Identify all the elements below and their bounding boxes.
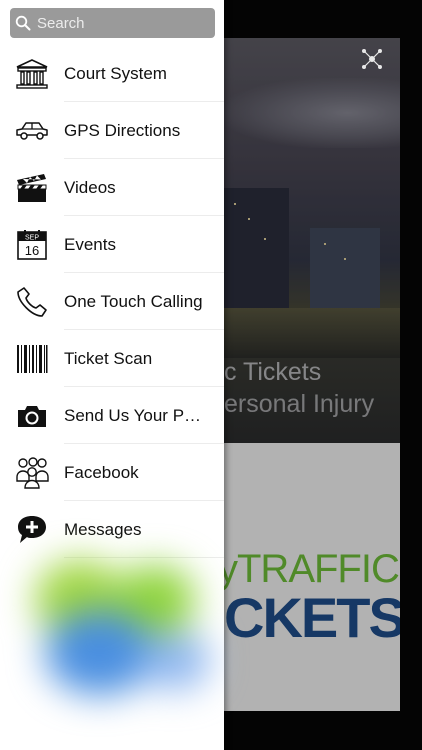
menu-item-label: Facebook <box>64 462 139 482</box>
menu-item-videos[interactable]: Videos <box>0 159 224 216</box>
phone-icon <box>15 285 49 319</box>
search-icon <box>15 15 31 31</box>
people-icon <box>15 456 49 490</box>
share-icon[interactable] <box>360 47 384 71</box>
menu-item-label: GPS Directions <box>64 120 181 140</box>
menu-item-ticket-scan[interactable]: Ticket Scan <box>0 330 224 387</box>
menu-item-label: Events <box>64 234 116 254</box>
menu-item-label: Messages <box>64 519 142 539</box>
menu-item-facebook[interactable]: Facebook <box>0 444 224 501</box>
menu-item-gps-directions[interactable]: GPS Directions <box>0 102 224 159</box>
menu-item-label: Videos <box>64 177 116 197</box>
menu-item-one-touch-calling[interactable]: One Touch Calling <box>0 273 224 330</box>
clapperboard-icon <box>15 171 49 205</box>
blurred-logo-image <box>20 545 220 715</box>
car-icon <box>15 114 49 148</box>
menu-item-send-photo[interactable]: Send Us Your P… <box>0 387 224 444</box>
calendar-icon: SEP 16 <box>15 228 49 262</box>
barcode-icon <box>15 342 49 376</box>
menu-item-label: Ticket Scan <box>64 348 153 368</box>
menu-item-events[interactable]: SEP 16 Events <box>0 216 224 273</box>
drawer-overlay[interactable] <box>224 0 422 750</box>
camera-icon <box>15 399 49 433</box>
menu-item-label: One Touch Calling <box>64 291 203 311</box>
calendar-day: 16 <box>25 243 39 258</box>
message-add-icon <box>15 513 49 547</box>
menu-item-court-system[interactable]: Court System <box>0 45 224 102</box>
menu-item-label: Court System <box>64 63 167 83</box>
calendar-month: SEP <box>25 234 39 241</box>
search-bar[interactable] <box>10 8 215 38</box>
menu-list: Court System GPS Directions Videos SEP 1… <box>0 45 224 558</box>
side-drawer: Court System GPS Directions <box>0 0 224 750</box>
menu-item-label: Send Us Your P… <box>64 405 202 425</box>
courthouse-icon <box>15 57 49 91</box>
search-input[interactable] <box>35 13 204 33</box>
